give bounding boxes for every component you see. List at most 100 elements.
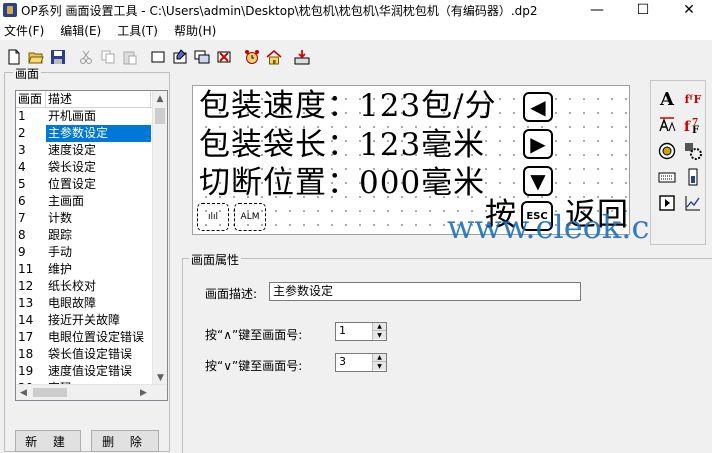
list-item[interactable]: 7 计数	[16, 210, 167, 227]
down-spinner-arrows[interactable]: ▲ ▼	[372, 354, 386, 371]
scroll-right-icon[interactable]: ▶	[136, 385, 151, 400]
desc-label: 画面描述:	[205, 287, 258, 301]
list-item[interactable]: 17 电眼位置设定错误	[16, 329, 167, 346]
new-screen-icon[interactable]	[148, 47, 168, 67]
list-item[interactable]: 11 维护	[16, 261, 167, 278]
lcd-line-speed[interactable]: 包装速度：123包/分	[199, 89, 497, 123]
screen-description: 袋长设定	[48, 160, 97, 174]
new-screen-button[interactable]: 新 建	[15, 430, 81, 452]
up-key-screen-value[interactable]: 1	[339, 324, 346, 337]
list-item[interactable]: 2 主参数设定	[16, 125, 167, 142]
screens-listbox[interactable]: 画面 描述 1 开机画面 2 主参数设定 3 速度设定 4 袋长设定 5 位置设定 6 主画面 7 计数 8…	[15, 90, 168, 401]
maximize-button[interactable]: ☐	[620, 0, 666, 20]
menu-edit[interactable]: 编辑(E)	[60, 22, 101, 39]
copy-icon[interactable]	[98, 47, 118, 67]
bar-meter-tool-icon[interactable]	[681, 165, 705, 189]
screen-description: 接近开关故障	[48, 313, 121, 327]
cut-icon[interactable]	[76, 47, 96, 67]
menu-help[interactable]: 帮助(H)	[174, 22, 216, 39]
edit-screen-icon[interactable]	[170, 47, 190, 67]
open-folder-icon[interactable]	[26, 47, 46, 67]
right-arrow-key-icon[interactable]: ▶	[523, 129, 553, 159]
menu-file[interactable]: 文件(F)	[4, 22, 44, 39]
screen-number: 6	[18, 194, 26, 208]
horizontal-scrollbar[interactable]: ◀ ▶	[16, 384, 167, 400]
scale-text-tool-icon[interactable]	[655, 113, 679, 137]
lcd-line-cut-position[interactable]: 切断位置：000毫米	[199, 166, 485, 200]
screen-number: 4	[18, 160, 26, 174]
scroll-thumb[interactable]	[155, 108, 165, 124]
list-item[interactable]: 5 位置设定	[16, 176, 167, 193]
down-key-screen-spinner[interactable]: 3 ▲ ▼	[335, 353, 387, 372]
list-item[interactable]: 12 纸长校对	[16, 278, 167, 295]
list-item[interactable]: 1 开机画面	[16, 108, 167, 125]
list-item[interactable]: 19 速度值设定错误	[16, 363, 167, 380]
delete-screen-icon[interactable]	[214, 47, 234, 67]
header-desc[interactable]: 描述	[46, 91, 151, 107]
scroll-down-icon[interactable]: ▼	[153, 370, 167, 385]
save-icon[interactable]	[48, 47, 68, 67]
circle-lamp-tool-icon[interactable]	[655, 139, 679, 163]
font-tool-icon[interactable]: fᶠF	[681, 87, 705, 111]
menu-bar: 文件(F) 编辑(E) 工具(T) 帮助(H)	[0, 20, 712, 40]
scroll-up-icon[interactable]: ▲	[153, 91, 167, 106]
delete-screen-button[interactable]: 删 除	[91, 430, 159, 452]
download-icon[interactable]	[292, 47, 312, 67]
screen-desc-input[interactable]: 主参数设定	[269, 282, 581, 301]
screen-number: 7	[18, 211, 26, 225]
spin-up-icon[interactable]: ▲	[373, 323, 386, 331]
properties-legend: 画面属性	[189, 251, 242, 268]
trend-chart-tool-icon[interactable]	[681, 191, 705, 215]
spin-down-icon[interactable]: ▼	[373, 362, 386, 370]
new-file-icon[interactable]	[4, 47, 24, 67]
numeric-entry-tool-icon[interactable]	[655, 165, 679, 189]
function-key-tool-icon[interactable]	[655, 191, 679, 215]
screen-description: 手动	[48, 245, 73, 259]
alarm-clock-icon[interactable]	[242, 47, 262, 67]
object-toolbox: A fᶠF f7F	[650, 80, 706, 245]
paste-icon[interactable]	[120, 47, 140, 67]
lcd-line-length[interactable]: 包装袋长：123毫米	[199, 128, 485, 162]
list-item[interactable]: 9 手动	[16, 244, 167, 261]
screens-legend: 画面	[13, 65, 42, 82]
down-arrow-key-glyph: ▼	[530, 169, 546, 193]
scroll-left-icon[interactable]: ◀	[16, 385, 31, 400]
list-item[interactable]: 6 主画面	[16, 193, 167, 210]
settings-gear-tool-icon[interactable]	[681, 139, 705, 163]
copy-screen-icon[interactable]	[192, 47, 212, 67]
spin-down-icon[interactable]: ▼	[373, 331, 386, 339]
screen-number: 14	[18, 313, 34, 327]
list-item[interactable]: 4 袋长设定	[16, 159, 167, 176]
screen-number: 1	[18, 109, 26, 123]
left-arrow-key-icon[interactable]: ◀	[523, 92, 553, 122]
minimize-button[interactable]: —	[574, 0, 620, 20]
up-spinner-arrows[interactable]: ▲ ▼	[372, 323, 386, 340]
menu-tools[interactable]: 工具(T)	[117, 22, 158, 39]
list-item[interactable]: 3 速度设定	[16, 142, 167, 159]
spin-up-icon[interactable]: ▲	[373, 354, 386, 362]
list-rows: 1 开机画面 2 主参数设定 3 速度设定 4 袋长设定 5 位置设定 6 主画面 7 计数 8 跟踪 9 手动 1…	[16, 108, 167, 397]
list-item[interactable]: 13 电眼故障	[16, 295, 167, 312]
numeric-font-tool-icon[interactable]: f7F	[681, 113, 705, 137]
screen-number: 8	[18, 228, 26, 242]
screens-group: 画面 画面 描述 1 开机画面 2 主参数设定 3 速度设定 4 袋长设定 5 位置设定 6 主画面 7…	[4, 65, 170, 452]
vertical-scrollbar[interactable]: ▲ ▼	[152, 91, 167, 385]
list-item[interactable]: 14 接近开关故障	[16, 312, 167, 329]
down-key-label: 按“∨”键至画面号:	[205, 359, 303, 373]
home-icon[interactable]	[264, 47, 284, 67]
title-bar: OP系列 画面设置工具 - C:\Users\admin\Desktop\枕包机…	[0, 0, 712, 20]
header-num[interactable]: 画面	[16, 91, 46, 107]
bar-graph-key-icon[interactable]: ılıl	[197, 203, 229, 231]
screen-number: 9	[18, 245, 26, 259]
alarm-key-icon[interactable]: ALM	[234, 203, 266, 231]
close-button[interactable]: ✕	[666, 0, 712, 20]
screen-description: 位置设定	[48, 177, 97, 191]
down-key-screen-value[interactable]: 3	[339, 355, 346, 368]
screen-description: 电眼位置设定错误	[48, 330, 145, 344]
up-key-screen-spinner[interactable]: 1 ▲ ▼	[335, 322, 387, 341]
down-arrow-key-icon[interactable]: ▼	[523, 166, 553, 196]
hscroll-thumb[interactable]	[33, 388, 67, 397]
list-item[interactable]: 8 跟踪	[16, 227, 167, 244]
text-tool-icon[interactable]: A	[655, 87, 679, 111]
list-item[interactable]: 18 袋长值设定错误	[16, 346, 167, 363]
